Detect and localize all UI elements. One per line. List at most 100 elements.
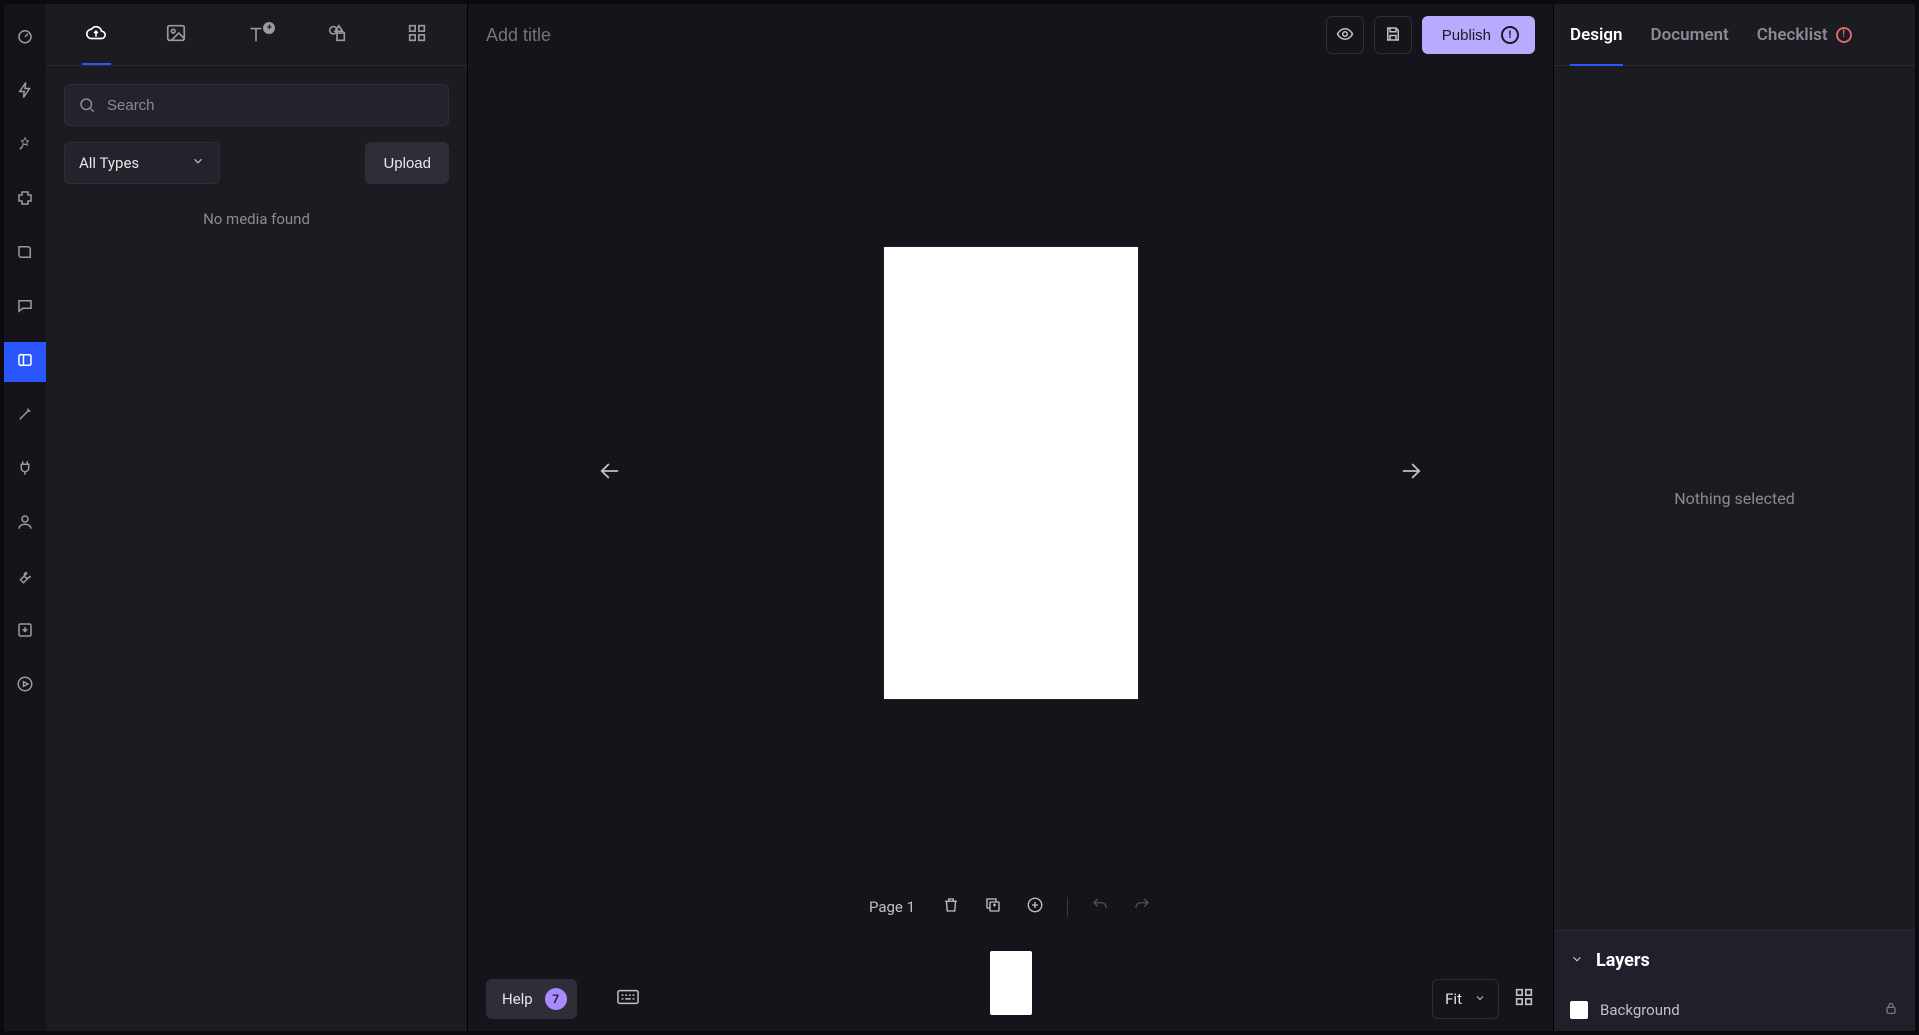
rail-dashboard[interactable]: [4, 18, 46, 58]
upload-button[interactable]: Upload: [365, 142, 449, 184]
rail-bolt[interactable]: [4, 72, 46, 112]
right-panel-tabs: Design Document Checklist !: [1554, 4, 1915, 66]
layer-swatch: [1570, 1001, 1588, 1019]
canvas-page[interactable]: [884, 247, 1138, 699]
panel-icon: [16, 351, 34, 373]
text-add-icon: +: [245, 24, 267, 46]
layers-panel: Layers Background: [1554, 930, 1915, 1031]
tab-document[interactable]: Document: [1651, 4, 1729, 66]
keyboard-icon: [617, 989, 639, 1009]
trash-icon: [942, 896, 960, 918]
rail-puzzle[interactable]: [4, 180, 46, 220]
bolt-icon: [16, 81, 34, 103]
rail-user[interactable]: [4, 504, 46, 544]
save-button[interactable]: [1374, 16, 1412, 54]
add-page-button[interactable]: [1025, 897, 1045, 917]
gauge-icon: [16, 27, 34, 49]
rail-pin[interactable]: [4, 126, 46, 166]
preview-button[interactable]: [1326, 16, 1364, 54]
plus-circle-icon: [1026, 896, 1044, 918]
plug-icon: [16, 459, 34, 481]
rail-magic[interactable]: [4, 396, 46, 436]
alert-icon: !: [1836, 27, 1852, 43]
left-panel: + All Ty: [46, 4, 468, 1031]
title-input[interactable]: [486, 25, 726, 46]
save-icon: [1384, 25, 1402, 46]
puzzle-icon: [16, 189, 34, 211]
wrench-icon: [16, 567, 34, 589]
zoom-label: Fit: [1445, 990, 1462, 1008]
arrow-left-icon: [596, 470, 624, 489]
image-icon: [165, 22, 187, 48]
tab-checklist[interactable]: Checklist !: [1757, 4, 1852, 66]
undo-icon: [1091, 896, 1109, 918]
tab-shapes[interactable]: [313, 5, 361, 65]
duplicate-icon: [984, 896, 1002, 918]
import-icon: [16, 621, 34, 643]
rail-play[interactable]: [4, 666, 46, 706]
grid-view-button[interactable]: [1513, 986, 1535, 1012]
separator: [1067, 897, 1068, 917]
tab-uploads[interactable]: [72, 5, 120, 65]
chevron-down-icon: [1570, 951, 1584, 970]
layer-lock-button[interactable]: [1883, 1000, 1899, 1020]
design-empty-state: Nothing selected: [1554, 66, 1915, 930]
icon-rail: [4, 4, 46, 1031]
shapes-icon: [326, 22, 348, 48]
rail-design[interactable]: [4, 342, 46, 382]
zoom-dropdown[interactable]: Fit: [1432, 979, 1499, 1019]
warning-icon: !: [1501, 26, 1519, 44]
type-filter-label: All Types: [79, 154, 139, 172]
arrow-right-icon: [1397, 470, 1425, 489]
layer-row[interactable]: Background: [1554, 989, 1915, 1031]
tab-apps[interactable]: [393, 5, 441, 65]
page-toolbar: Page 1: [468, 879, 1553, 935]
publish-button[interactable]: Publish !: [1422, 16, 1535, 54]
chat-icon: [16, 297, 34, 319]
layers-toggle[interactable]: Layers: [1554, 931, 1915, 989]
play-icon: [16, 675, 34, 697]
layers-title: Layers: [1596, 950, 1650, 971]
rail-plug[interactable]: [4, 450, 46, 490]
prev-page-button[interactable]: [588, 449, 632, 497]
rail-import[interactable]: [4, 612, 46, 652]
rail-comments[interactable]: [4, 288, 46, 328]
apps-icon: [406, 22, 428, 48]
wand-icon: [16, 405, 34, 427]
page-thumbnail[interactable]: [990, 951, 1032, 1015]
cloud-upload-icon: [85, 22, 107, 48]
duplicate-page-button[interactable]: [983, 897, 1003, 917]
next-page-button[interactable]: [1389, 449, 1433, 497]
lock-icon: [1883, 1002, 1899, 1020]
rail-settings[interactable]: [4, 558, 46, 598]
user-icon: [16, 513, 34, 535]
tab-design[interactable]: Design: [1570, 4, 1623, 66]
redo-button[interactable]: [1132, 897, 1152, 917]
tab-images[interactable]: [152, 5, 200, 65]
publish-label: Publish: [1442, 27, 1491, 44]
redo-icon: [1133, 896, 1151, 918]
left-panel-tabs: +: [46, 4, 467, 66]
type-filter-dropdown[interactable]: All Types: [64, 142, 220, 184]
chevron-down-icon: [191, 154, 205, 172]
book-icon: [16, 243, 34, 265]
tab-text[interactable]: +: [232, 5, 280, 65]
undo-button[interactable]: [1090, 897, 1110, 917]
canvas-footer: Help 7 Fit: [468, 935, 1553, 1031]
empty-state: No media found: [64, 210, 449, 228]
help-label: Help: [502, 990, 533, 1008]
help-count-badge: 7: [545, 988, 567, 1010]
page-label: Page 1: [869, 898, 915, 916]
right-panel: Design Document Checklist ! Nothing sele…: [1553, 4, 1915, 1031]
canvas-area: Publish ! Page 1: [468, 4, 1553, 1031]
pin-icon: [16, 135, 34, 157]
rail-library[interactable]: [4, 234, 46, 274]
tab-checklist-label: Checklist: [1757, 25, 1828, 45]
chevron-down-icon: [1474, 990, 1486, 1008]
delete-page-button[interactable]: [941, 897, 961, 917]
eye-icon: [1336, 25, 1354, 46]
keyboard-shortcuts-button[interactable]: [608, 979, 648, 1019]
layer-name: Background: [1600, 1001, 1680, 1019]
search-input[interactable]: [64, 84, 449, 126]
help-button[interactable]: Help 7: [486, 979, 577, 1019]
